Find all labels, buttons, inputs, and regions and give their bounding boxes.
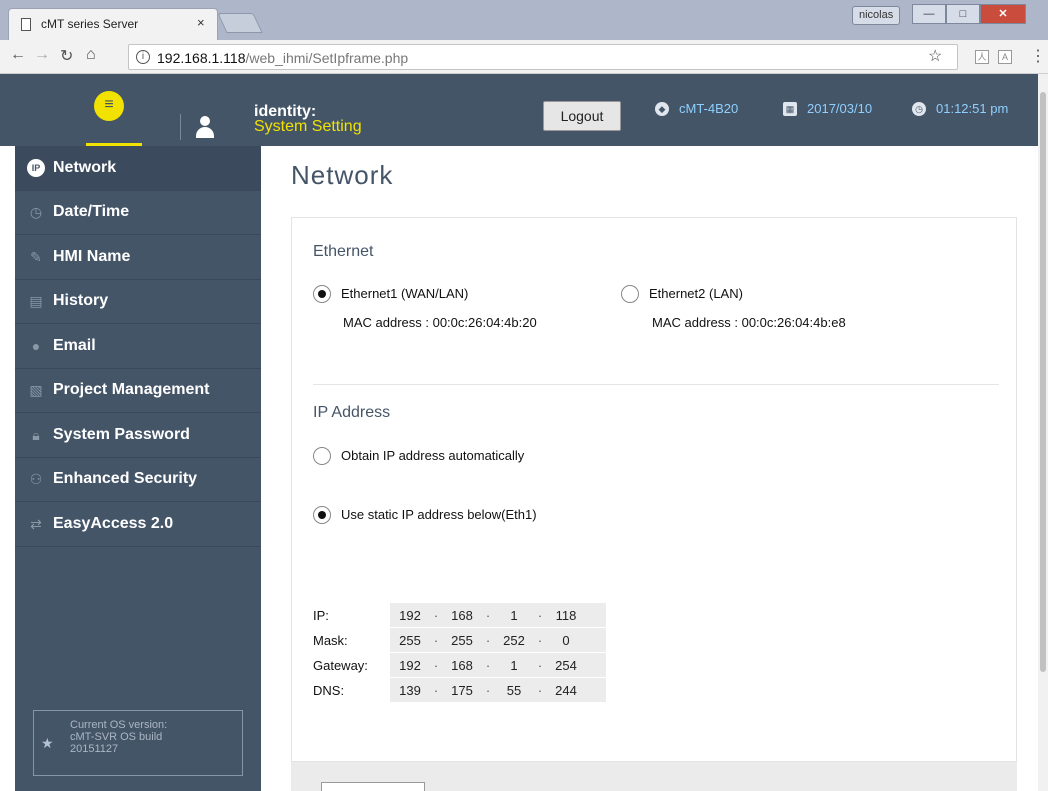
forward-icon[interactable]: → (34, 46, 50, 64)
sidebar-item-label: HMI Name (53, 247, 131, 265)
sidebar-item-project-management[interactable]: ▧ Project Management (15, 369, 261, 413)
info-icon[interactable]: i (136, 50, 150, 64)
users-icon: ● (31, 337, 41, 354)
tab-title: cMT series Server (41, 17, 139, 31)
identity-label: identity: (254, 103, 317, 120)
tab-close-icon[interactable]: × (197, 15, 205, 30)
page-title: Network (291, 160, 394, 190)
sidebar-item-label: Project Management (53, 381, 210, 399)
browser-menu-icon[interactable]: ⋮ (1030, 46, 1046, 66)
os-version-text: Current OS version: cMT-SVR OS build 201… (70, 719, 168, 755)
user-icon[interactable] (196, 116, 214, 140)
project-icon: ▧ (29, 382, 43, 399)
sidebar-item-label: History (53, 292, 109, 310)
window-close-button[interactable]: ✕ (980, 4, 1026, 24)
home-icon[interactable]: ⌂ (86, 46, 96, 64)
current-time: 01:12:51 pm (936, 101, 1009, 116)
eth2-mac: MAC address : 00:0c:26:04:4b:e8 (652, 315, 846, 330)
section-divider (313, 384, 999, 385)
auto-ip-label: Obtain IP address automatically (341, 448, 525, 463)
sidebar-item-email[interactable]: ● Email (15, 324, 261, 369)
mask-input[interactable]: 255 · 255 · 252 · 0 (390, 628, 606, 652)
sidebar-item-label: EasyAccess 2.0 (53, 514, 174, 532)
pencil-icon: ✎ (30, 248, 42, 265)
sidebar-item-enhanced-security[interactable]: ⚇ Enhanced Security (15, 458, 261, 502)
document-icon: ▤ (29, 293, 43, 310)
os-version-box: ★ Current OS version: cMT-SVR OS build 2… (33, 710, 243, 776)
apply-button[interactable] (321, 782, 425, 791)
ip-field-label: IP: (313, 608, 329, 623)
browser-titlebar: cMT series Server × nicolas — □ ✕ (0, 0, 1048, 40)
sidebar-item-network[interactable]: IP Network (15, 146, 261, 191)
app-header: ≡ identity: System Setting Logout ◆ cMT-… (0, 74, 1048, 146)
sidebar-item-label: Email (53, 336, 96, 354)
back-icon[interactable]: ← (10, 46, 26, 64)
browser-user-chip[interactable]: nicolas (852, 6, 901, 25)
eth1-label: Ethernet1 (WAN/LAN) (341, 286, 469, 301)
logout-button[interactable]: Logout (543, 101, 621, 131)
identity-block: identity: System Setting (254, 103, 362, 135)
ip-address-section-title: IP Address (313, 404, 391, 421)
browser-toolbar: ← → ↻ ⌂ i 192.168.1.118/web_ihmi/SetIpfr… (0, 40, 1048, 74)
gateway-input[interactable]: 192 · 168 · 1 · 254 (390, 653, 606, 677)
ethernet-section-title: Ethernet (313, 243, 374, 260)
sidebar-item-date-time[interactable]: ◷ Date/Time (15, 191, 261, 235)
star-icon: ★ (41, 735, 54, 751)
scroll-thumb[interactable] (1040, 92, 1046, 672)
static-ip-radio[interactable] (313, 506, 331, 524)
window-controls: — □ ✕ (912, 4, 1026, 26)
page-scrollbar[interactable] (1038, 74, 1048, 791)
minimize-button[interactable]: — (912, 4, 946, 24)
easyaccess-icon: ⇄ (30, 515, 42, 532)
extension-a-icon[interactable]: A (998, 50, 1012, 64)
dns-input[interactable]: 139 · 175 · 55 · 244 (390, 678, 606, 702)
sidebar-item-history[interactable]: ▤ History (15, 280, 261, 324)
sidebar-item-system-password[interactable]: 🔒︎ System Password (15, 413, 261, 458)
url-text: 192.168.1.118/web_ihmi/SetIpframe.php (157, 50, 409, 66)
sidebar-item-easyaccess[interactable]: ⇄ EasyAccess 2.0 (15, 502, 261, 547)
ip-icon: IP (27, 158, 45, 177)
device-name-info: ◆ cMT-4B20 (655, 101, 738, 116)
eth2-radio[interactable] (621, 285, 639, 303)
extension-pdf-icon[interactable]: 人 (975, 50, 989, 64)
current-date: 2017/03/10 (807, 101, 873, 116)
menu-icon[interactable]: ≡ (94, 91, 124, 121)
dns-field-label: DNS: (313, 683, 345, 698)
reload-icon[interactable]: ↻ (60, 46, 73, 66)
static-ip-label: Use static IP address below(Eth1) (341, 507, 537, 522)
sidebar-item-label: Enhanced Security (53, 470, 198, 488)
auto-ip-radio[interactable] (313, 447, 331, 465)
sidebar-item-label: Network (53, 158, 117, 176)
clock-icon: ◷ (912, 101, 926, 116)
tag-icon: ◆ (655, 101, 669, 116)
eth1-radio[interactable] (313, 285, 331, 303)
date-info: ▦ 2017/03/10 (783, 101, 872, 116)
sidebar: IP Network ◷ Date/Time ✎ HMI Name ▤ Hist… (15, 146, 261, 791)
identity-value: System Setting (254, 118, 362, 135)
sidebar-item-label: System Password (53, 425, 190, 443)
time-info: ◷ 01:12:51 pm (912, 101, 1008, 116)
sidebar-item-hmi-name[interactable]: ✎ HMI Name (15, 235, 261, 280)
device-name: cMT-4B20 (679, 101, 739, 116)
calendar-icon: ▦ (783, 101, 797, 116)
eth2-label: Ethernet2 (LAN) (649, 286, 743, 301)
sidebar-item-label: Date/Time (53, 203, 130, 221)
ip-input[interactable]: 192 · 168 · 1 · 118 (390, 603, 606, 627)
new-tab-button[interactable] (217, 13, 263, 33)
eth1-mac: MAC address : 00:0c:26:04:4b:20 (343, 315, 537, 330)
lock-icon: 🔒︎ (32, 426, 40, 443)
browser-tab[interactable]: cMT series Server × (8, 8, 218, 40)
clock-icon: ◷ (29, 204, 43, 221)
bookmark-star-icon[interactable]: ☆ (928, 46, 942, 66)
security-icon: ⚇ (29, 471, 43, 488)
gateway-field-label: Gateway: (313, 658, 368, 673)
address-bar[interactable]: i 192.168.1.118/web_ihmi/SetIpframe.php (128, 44, 958, 70)
mask-field-label: Mask: (313, 633, 348, 648)
maximize-button[interactable]: □ (946, 4, 980, 24)
page-icon (21, 18, 31, 31)
header-divider (180, 114, 181, 140)
